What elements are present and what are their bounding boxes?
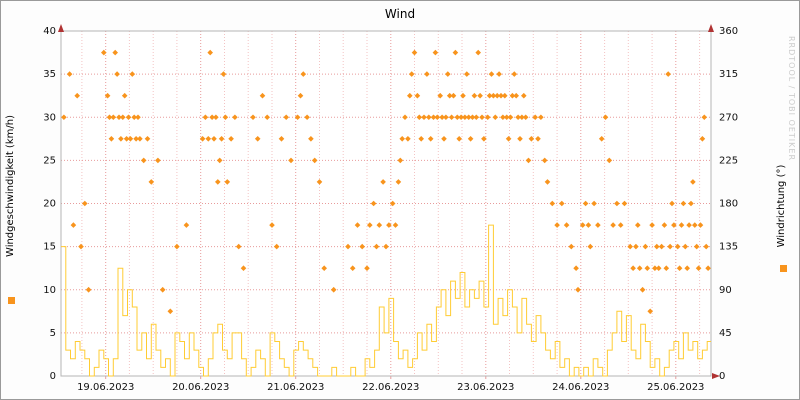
svg-text:20.06.2023: 20.06.2023 <box>172 382 229 393</box>
svg-text:25.06.2023: 25.06.2023 <box>647 382 704 393</box>
svg-text:15: 15 <box>43 242 56 253</box>
svg-text:30: 30 <box>43 112 56 123</box>
svg-text:21.06.2023: 21.06.2023 <box>267 382 324 393</box>
plot-area: 0 5 10 15 20 25 30 35 40 0 45 90 135 180 225 270 315 360 1… <box>43 24 738 393</box>
svg-text:315: 315 <box>719 69 738 80</box>
svg-text:135: 135 <box>719 242 738 253</box>
svg-text:24.06.2023: 24.06.2023 <box>552 382 609 393</box>
svg-text:180: 180 <box>719 199 738 210</box>
wind-chart: Wind Windgeschwindigkeit (km/h) Windrich… <box>0 0 800 400</box>
svg-text:22.06.2023: 22.06.2023 <box>362 382 419 393</box>
svg-text:5: 5 <box>50 328 56 339</box>
svg-text:270: 270 <box>719 112 738 123</box>
svg-text:225: 225 <box>719 155 738 166</box>
svg-text:90: 90 <box>719 285 732 296</box>
svg-text:360: 360 <box>719 26 738 37</box>
right-axis-tick-labels: 0 45 90 135 180 225 270 315 360 <box>719 26 738 382</box>
svg-text:10: 10 <box>43 285 56 296</box>
x-axis-tick-labels: 19.06.2023 20.06.2023 21.06.2023 22.06.2023… <box>77 382 704 393</box>
svg-text:19.06.2023: 19.06.2023 <box>77 382 134 393</box>
left-axis-tick-labels: 0 5 10 15 20 25 30 35 40 <box>43 26 56 382</box>
svg-text:25: 25 <box>43 155 56 166</box>
svg-text:0: 0 <box>719 371 725 382</box>
svg-text:40: 40 <box>43 26 56 37</box>
svg-text:0: 0 <box>50 371 56 382</box>
svg-text:20: 20 <box>43 199 56 210</box>
svg-text:45: 45 <box>719 328 732 339</box>
svg-text:35: 35 <box>43 69 56 80</box>
svg-text:23.06.2023: 23.06.2023 <box>457 382 514 393</box>
